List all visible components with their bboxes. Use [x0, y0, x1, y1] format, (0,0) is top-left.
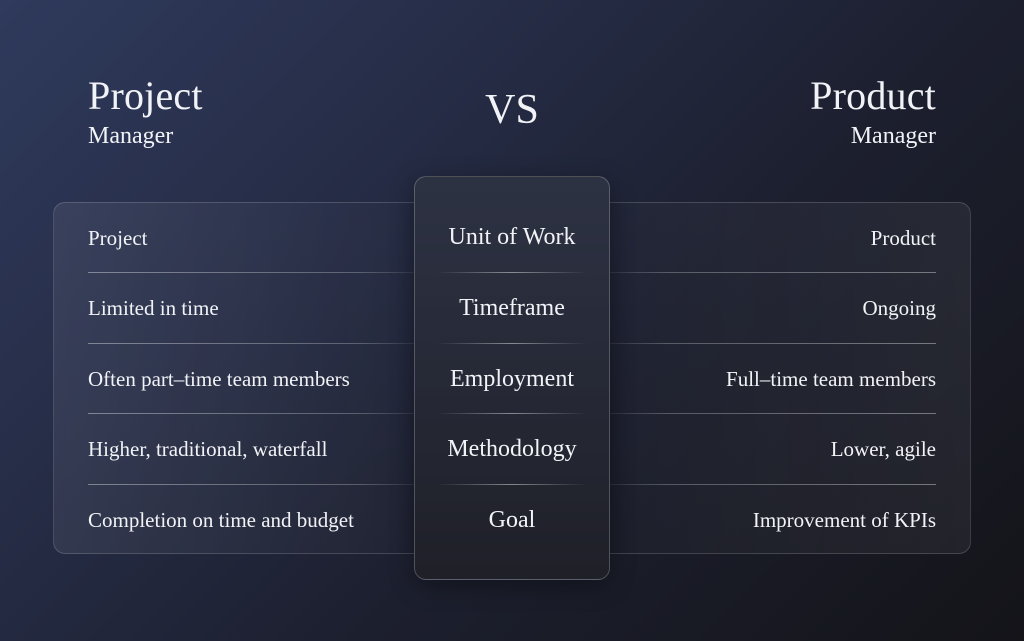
product-value: Full–time team members: [726, 366, 936, 391]
product-value: Product: [870, 225, 936, 250]
product-value: Lower, agile: [830, 436, 936, 461]
project-manager-card: Project Limited in time Often part–time …: [53, 202, 423, 554]
product-value: Improvement of KPIs: [752, 507, 936, 532]
product-manager-heading: Product Manager: [810, 73, 936, 149]
project-value: Project: [88, 225, 148, 250]
criterion-label: Unit of Work: [448, 223, 576, 250]
product-subtitle: Manager: [850, 123, 936, 149]
criterion-label: Goal: [488, 506, 536, 533]
criteria-card: Unit of Work Timeframe Employment Method…: [414, 176, 610, 580]
project-value: Often part–time team members: [88, 366, 350, 391]
product-value: Ongoing: [862, 295, 937, 320]
project-value: Limited in time: [88, 295, 219, 320]
product-manager-card: Product Ongoing Full–time team members L…: [602, 202, 971, 554]
project-value: Completion on time and budget: [88, 507, 354, 532]
product-title: Product: [810, 73, 936, 118]
project-value: Higher, traditional, waterfall: [88, 436, 328, 461]
criterion-label: Methodology: [447, 435, 577, 462]
criterion-label: Employment: [450, 365, 574, 392]
criterion-label: Timeframe: [459, 294, 565, 321]
